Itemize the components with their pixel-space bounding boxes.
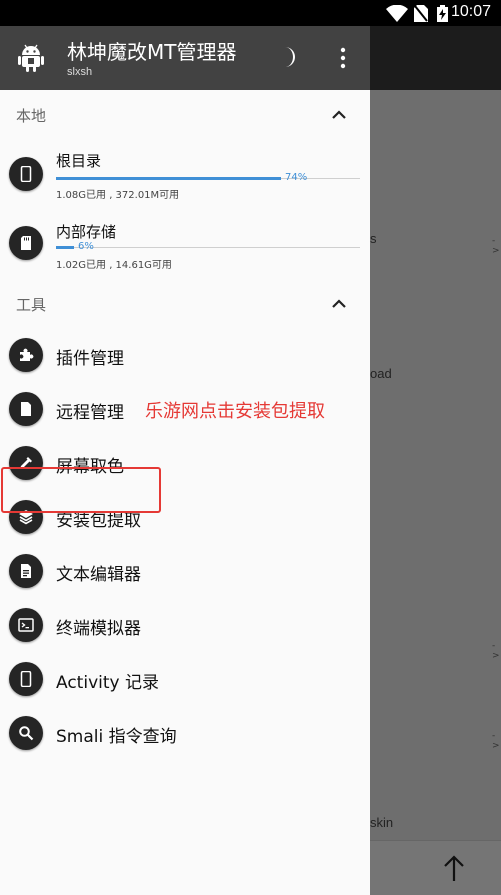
background-arrow: -> (492, 641, 500, 661)
chevron-up-icon[interactable] (330, 297, 348, 309)
chevron-up-icon[interactable] (330, 108, 348, 120)
android-robot-icon (18, 44, 44, 72)
section-title-tools: 工具 (16, 296, 47, 314)
background-app: s -> oad -> -> skin (370, 26, 501, 895)
tool-icon-wrap (9, 662, 43, 696)
battery-charging-icon (437, 5, 448, 22)
storage-detail: 1.08G已用 , 372.01M可用 (56, 190, 180, 201)
background-fragment: skin (370, 815, 394, 830)
terminal-icon (18, 618, 34, 632)
storage-detail: 1.02G已用 , 14.61G可用 (56, 260, 172, 271)
tool-label: 终端模拟器 (56, 619, 141, 639)
annotation-text: 乐游网点击安装包提取 (145, 401, 325, 422)
navigation-drawer: 林坤魔改MT管理器 slxsh 本地 根目录 74% 1.08G已用 , 372… (0, 26, 370, 895)
highlight-box (1, 467, 161, 513)
phone-icon (20, 671, 32, 687)
storage-progress-fill (56, 246, 74, 249)
tool-label: 插件管理 (56, 349, 124, 369)
background-fragment: s (370, 231, 377, 246)
file-icon (21, 402, 31, 416)
no-sim-icon (414, 5, 428, 22)
phone-icon (20, 166, 32, 182)
background-arrow: -> (492, 236, 500, 256)
tool-icon-wrap (9, 554, 43, 588)
tool-icon-wrap (9, 338, 43, 372)
wifi-icon (386, 5, 408, 22)
storage-percent: 74% (285, 172, 308, 183)
background-toolbar (370, 26, 501, 90)
storage-progress (56, 246, 360, 249)
tool-label: Activity 记录 (56, 673, 159, 693)
background-bottom-bar (370, 840, 501, 895)
storage-progress (56, 177, 360, 180)
storage-percent: 6% (78, 241, 94, 252)
storage-label: 内部存储 (56, 223, 117, 241)
background-fragment: oad (370, 366, 392, 381)
storage-progress-fill (56, 177, 281, 180)
app-subtitle: slxsh (67, 66, 93, 78)
tool-label: 远程管理 (56, 403, 124, 423)
moon-icon[interactable] (276, 46, 298, 68)
storage-icon-wrap (9, 226, 43, 260)
section-title-local: 本地 (16, 107, 47, 125)
more-vert-icon[interactable] (335, 46, 351, 70)
storage-icon-wrap (9, 157, 43, 191)
status-time: 10:07 (450, 3, 491, 20)
tool-label: Smali 指令查询 (56, 727, 177, 747)
sd-card-icon (21, 236, 31, 250)
status-bar: 10:07 (0, 0, 501, 26)
arrow-up-icon[interactable] (442, 853, 466, 883)
drawer-header: 林坤魔改MT管理器 slxsh (0, 26, 370, 90)
puzzle-icon (20, 348, 34, 361)
tool-icon-wrap (9, 608, 43, 642)
tool-label: 文本编辑器 (56, 565, 141, 585)
search-icon (19, 726, 34, 741)
document-icon (21, 564, 31, 578)
tool-icon-wrap (9, 392, 43, 426)
tool-icon-wrap (9, 716, 43, 750)
storage-label: 根目录 (56, 152, 102, 170)
background-arrow: -> (492, 731, 500, 751)
app-title: 林坤魔改MT管理器 (67, 40, 237, 64)
